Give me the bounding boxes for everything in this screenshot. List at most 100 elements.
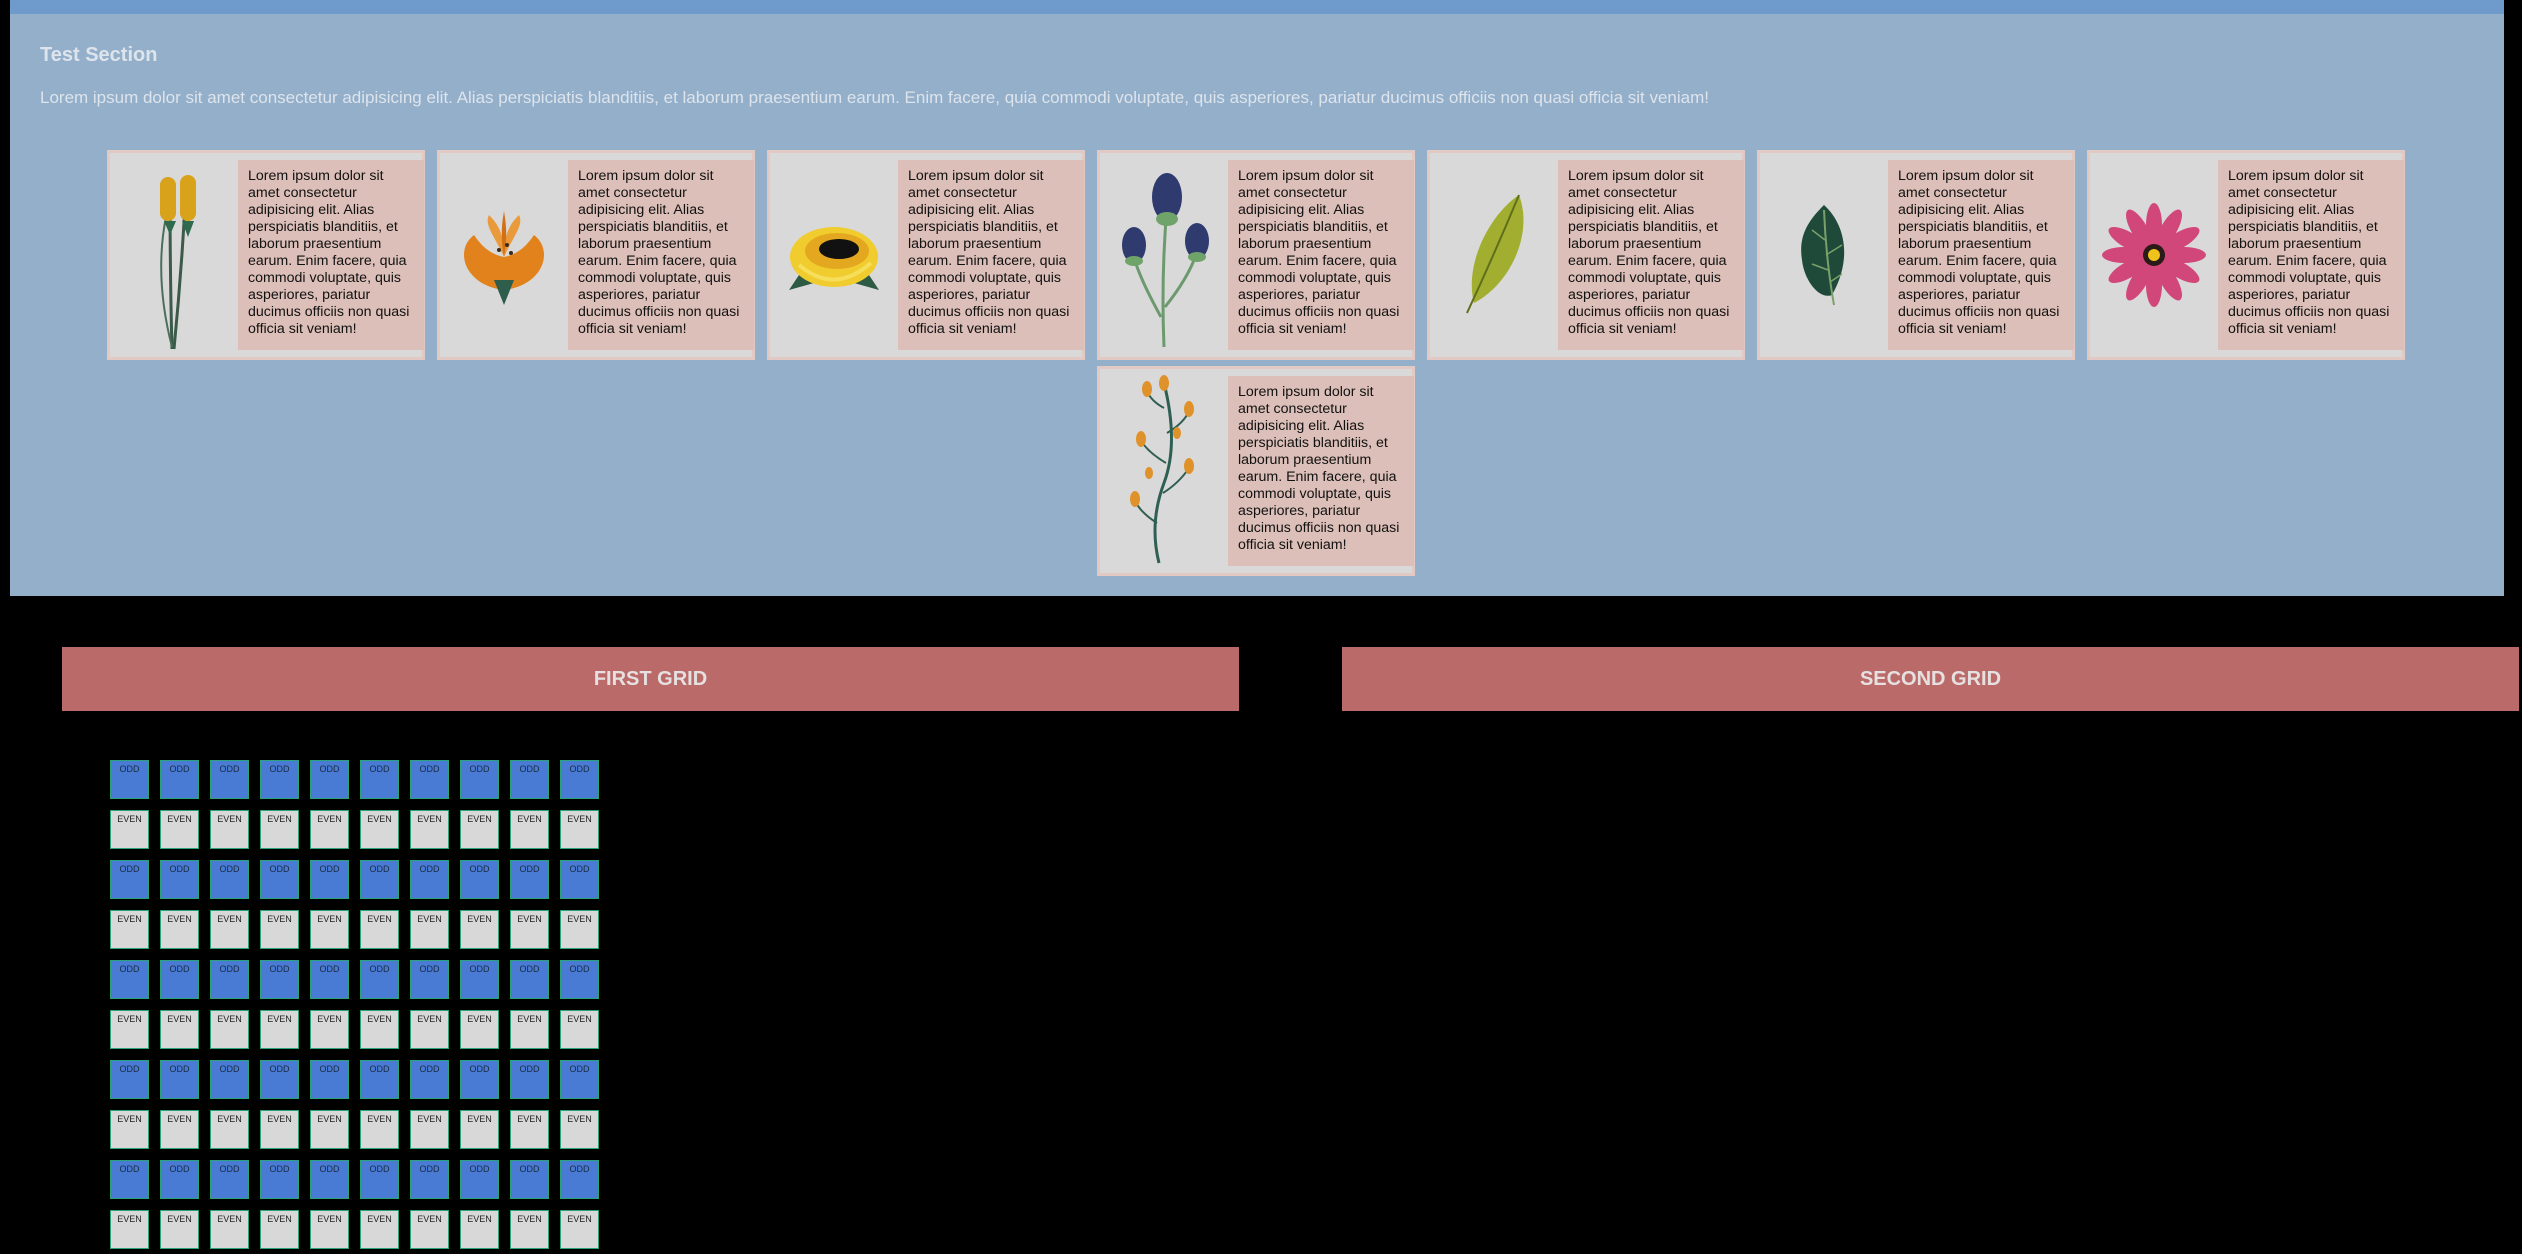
card-text: Lorem ipsum dolor sit amet consectetur a… [1888,160,2074,350]
even-cell: EVEN [410,1110,449,1149]
odd-cell: ODD [560,760,599,799]
odd-cell: ODD [510,960,549,999]
even-cell: EVEN [110,810,149,849]
odd-cell: ODD [460,1160,499,1199]
even-cell: EVEN [410,910,449,949]
even-cell: EVEN [110,1110,149,1149]
even-cell: EVEN [210,910,249,949]
even-cell: EVEN [510,1010,549,1049]
odd-cell: ODD [210,960,249,999]
odd-cell: ODD [510,760,549,799]
odd-cell: ODD [210,860,249,899]
even-cell: EVEN [410,1010,449,1049]
second-grid [1342,760,2519,1240]
odd-cell: ODD [110,860,149,899]
odd-cell: ODD [160,860,199,899]
flower-card: Lorem ipsum dolor sit amet consectetur a… [437,150,755,360]
odd-cell: ODD [110,1160,149,1199]
even-cell: EVEN [460,1010,499,1049]
even-cell: EVEN [510,810,549,849]
even-cell: EVEN [460,1110,499,1149]
even-cell: EVEN [310,1110,349,1149]
second-grid-header: SECOND GRID [1342,647,2519,711]
even-cell: EVEN [560,1110,599,1149]
even-cell: EVEN [510,1110,549,1149]
odd-cell: ODD [360,760,399,799]
even-cell: EVEN [560,810,599,849]
odd-cell: ODD [160,760,199,799]
odd-cell: ODD [410,960,449,999]
odd-cell: ODD [360,1060,399,1099]
test-section: Test Section Lorem ipsum dolor sit amet … [10,14,2504,596]
even-cell: EVEN [360,910,399,949]
first-grid-header: FIRST GRID [62,647,1239,711]
odd-cell: ODD [110,760,149,799]
even-cell: EVEN [510,910,549,949]
even-cell: EVEN [160,810,199,849]
even-cell: EVEN [560,910,599,949]
even-cell: EVEN [160,910,199,949]
flower-card: Lorem ipsum dolor sit amet consectetur a… [1097,150,1415,360]
even-cell: EVEN [310,810,349,849]
odd-cell: ODD [210,1160,249,1199]
odd-cell: ODD [410,860,449,899]
even-cell: EVEN [110,910,149,949]
flower-card: Lorem ipsum dolor sit amet consectetur a… [767,150,1085,360]
card-text: Lorem ipsum dolor sit amet consectetur a… [898,160,1084,350]
odd-cell: ODD [160,1160,199,1199]
flower-card: Lorem ipsum dolor sit amet consectetur a… [2087,150,2405,360]
odd-cell: ODD [410,1060,449,1099]
odd-cell: ODD [410,1160,449,1199]
card-text: Lorem ipsum dolor sit amet consectetur a… [568,160,754,350]
even-cell: EVEN [360,1110,399,1149]
dark-leaf-illustration [1764,157,1884,353]
even-cell: EVEN [460,810,499,849]
cattail-illustration [114,157,234,353]
pink-daisy-illustration [2094,157,2214,353]
odd-cell: ODD [460,760,499,799]
even-cell: EVEN [310,910,349,949]
odd-cell: ODD [560,960,599,999]
card-text: Lorem ipsum dolor sit amet consectetur a… [238,160,424,350]
even-cell: EVEN [260,1210,299,1249]
odd-cell: ODD [460,1060,499,1099]
orange-sprig-illustration [1104,373,1224,569]
odd-cell: ODD [110,1060,149,1099]
odd-cell: ODD [460,860,499,899]
even-cell: EVEN [210,1210,249,1249]
even-cell: EVEN [310,1010,349,1049]
flower-card: Lorem ipsum dolor sit amet consectetur a… [1097,366,1415,576]
thistle-illustration [1104,157,1224,353]
even-cell: EVEN [160,1210,199,1249]
odd-cell: ODD [510,1060,549,1099]
odd-cell: ODD [210,760,249,799]
odd-cell: ODD [310,1060,349,1099]
odd-cell: ODD [160,1060,199,1099]
orange-flower-illustration [444,157,564,353]
flower-card: Lorem ipsum dolor sit amet consectetur a… [1427,150,1745,360]
even-cell: EVEN [210,1010,249,1049]
even-cell: EVEN [410,1210,449,1249]
even-cell: EVEN [560,1010,599,1049]
odd-cell: ODD [410,760,449,799]
odd-cell: ODD [510,860,549,899]
odd-cell: ODD [260,860,299,899]
even-cell: EVEN [360,1210,399,1249]
flower-card: Lorem ipsum dolor sit amet consectetur a… [1757,150,2075,360]
even-cell: EVEN [410,810,449,849]
odd-cell: ODD [560,1160,599,1199]
even-cell: EVEN [460,1210,499,1249]
card-text: Lorem ipsum dolor sit amet consectetur a… [1228,376,1414,566]
even-cell: EVEN [160,1010,199,1049]
odd-cell: ODD [360,1160,399,1199]
even-cell: EVEN [460,910,499,949]
even-cell: EVEN [260,1110,299,1149]
odd-cell: ODD [360,960,399,999]
even-cell: EVEN [310,1210,349,1249]
odd-cell: ODD [260,760,299,799]
odd-cell: ODD [360,860,399,899]
odd-cell: ODD [260,1060,299,1099]
even-cell: EVEN [260,810,299,849]
flower-card: Lorem ipsum dolor sit amet consectetur a… [107,150,425,360]
top-bar [10,0,2504,14]
